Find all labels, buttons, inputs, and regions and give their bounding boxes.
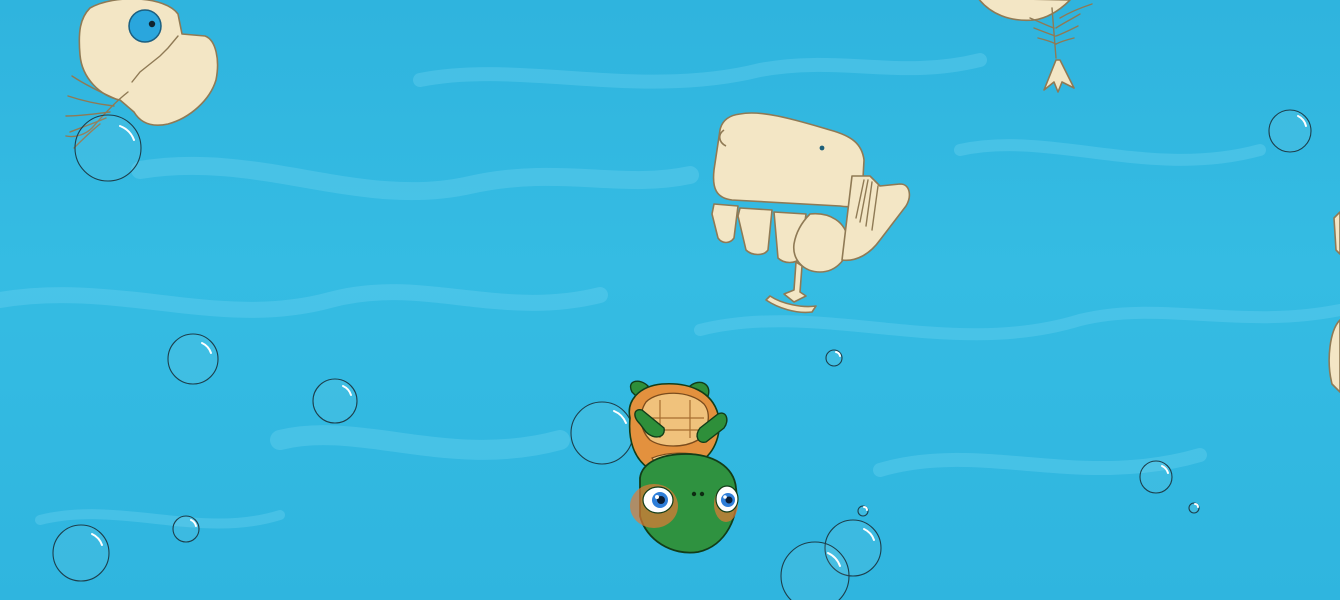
whale-skull-icon bbox=[711, 112, 911, 314]
bubble-icon bbox=[167, 333, 219, 385]
partial-skeleton-icon bbox=[1328, 211, 1340, 393]
bubble-icon bbox=[312, 378, 358, 424]
game-scene[interactable] bbox=[0, 0, 1340, 600]
bubble-icon bbox=[857, 505, 869, 517]
bubble-icon bbox=[52, 524, 110, 582]
underwater-background bbox=[0, 0, 1340, 600]
bubble-icon bbox=[1268, 109, 1312, 153]
bubble-icon bbox=[74, 114, 142, 182]
bubble-icon bbox=[825, 349, 843, 367]
bubble-icon bbox=[1139, 460, 1173, 494]
bubble-icon bbox=[570, 401, 634, 465]
bubble-icon bbox=[1188, 502, 1200, 514]
turtle-icon[interactable] bbox=[628, 380, 739, 554]
bubble-icon bbox=[172, 515, 200, 543]
fish-skeleton-icon bbox=[978, 0, 1093, 93]
